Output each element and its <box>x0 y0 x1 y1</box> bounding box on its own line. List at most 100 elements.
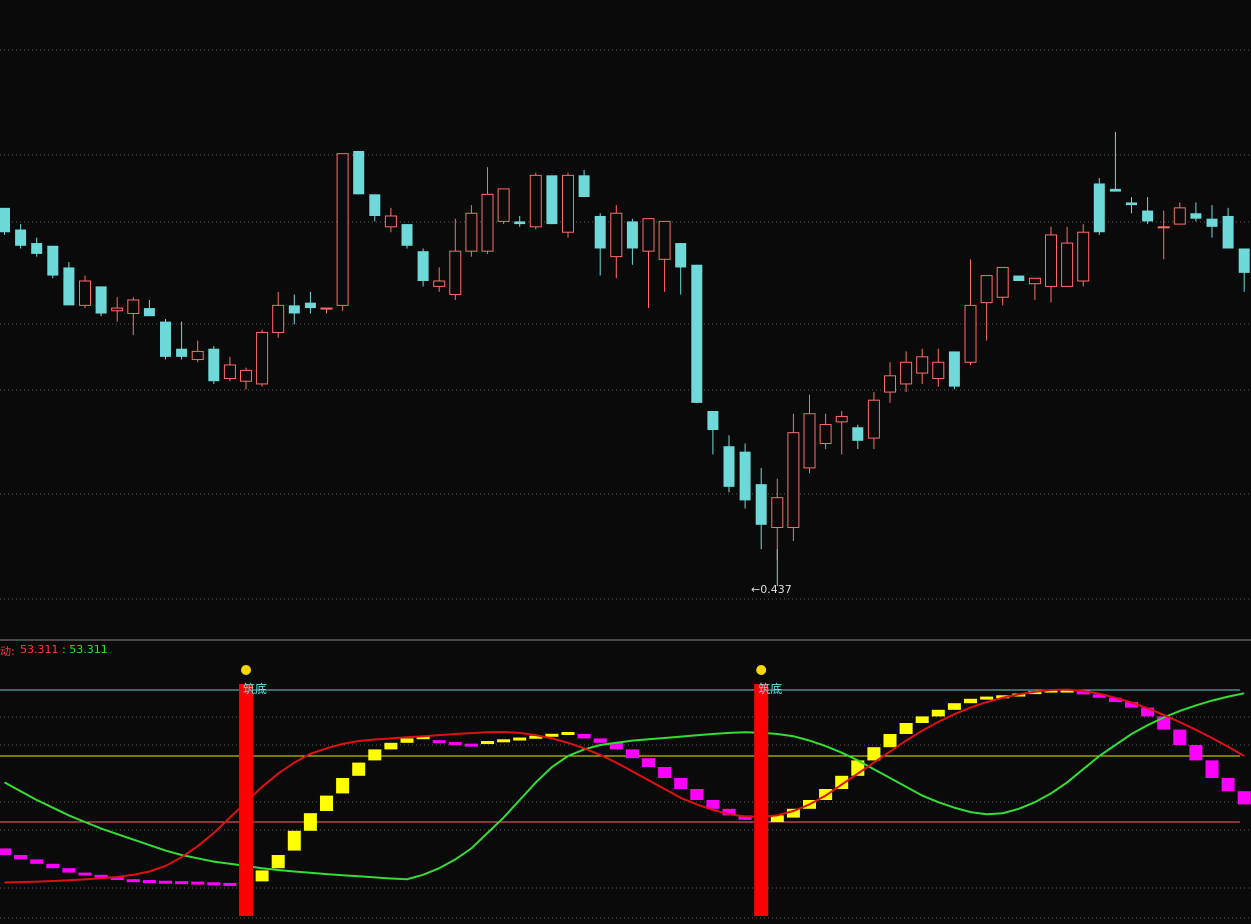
indicator-bar-falling <box>223 882 237 886</box>
candle-body-down <box>417 251 429 281</box>
candle-body-up <box>932 361 945 380</box>
indicator-bar-falling <box>175 881 189 885</box>
indicator-bar-falling <box>46 863 60 869</box>
signal-dot <box>241 665 251 675</box>
indicator-bar-rising <box>915 716 929 723</box>
candle-body-up <box>449 250 462 296</box>
indicator-bar-rising <box>883 734 897 748</box>
indicator-bar-falling <box>690 789 704 800</box>
indicator-bar-falling <box>159 880 172 884</box>
candle-body-up <box>1028 277 1041 285</box>
candle-body-up <box>272 304 285 333</box>
indicator-bar-rising <box>931 709 945 717</box>
candle-body-down <box>546 175 558 225</box>
candle-body-up <box>819 424 832 445</box>
fast-line <box>4 688 1245 884</box>
candle-body-down <box>1238 248 1250 273</box>
indicator-bar-rising <box>545 733 559 737</box>
price-panel-grid <box>0 49 1251 600</box>
indicator-bar-rising <box>400 738 414 743</box>
candle-body-up <box>1157 226 1170 229</box>
indicator-bar-rising <box>947 703 961 710</box>
candle-body-down <box>31 243 43 254</box>
candle-body-up <box>1077 231 1090 282</box>
indicator-bar-rising <box>255 870 269 882</box>
candle-body-up <box>336 153 349 306</box>
candle-body-up <box>835 415 848 423</box>
candle-body-down <box>15 229 27 246</box>
candle-body-down <box>691 264 703 403</box>
candle-body-down <box>739 451 751 501</box>
candle-body-up <box>980 275 993 304</box>
indicator-bar-falling <box>1237 791 1251 805</box>
indicator-bar-falling <box>62 868 76 873</box>
indicator-bar-rising <box>513 737 527 741</box>
candle-body-down <box>63 267 75 306</box>
indicator-bar-falling <box>432 740 446 744</box>
indicator-panel-grid <box>0 716 1251 919</box>
candle-body-up <box>610 212 623 258</box>
candle-body-up <box>964 304 977 363</box>
indicator-bar-falling <box>1221 778 1235 792</box>
candle-body-up <box>465 212 478 252</box>
candlestick-series <box>0 132 1250 586</box>
candle-body-down <box>514 221 526 225</box>
candle-body-down <box>160 321 171 357</box>
indicator-name: 动: <box>0 645 15 658</box>
indicator-bar-falling <box>1189 745 1203 761</box>
candle-body-up <box>497 188 510 222</box>
candle-body-up <box>529 174 542 228</box>
indicator-bar-falling <box>625 749 639 759</box>
signal-label: 筑底 <box>243 681 267 696</box>
indicator-value-green: : 53.311 <box>62 643 108 656</box>
indicator-bar-rising <box>899 723 913 734</box>
indicator-bar-falling <box>191 881 205 885</box>
candle-body-up <box>787 432 800 528</box>
indicator-bar-falling <box>14 855 28 860</box>
candle-body-down <box>1222 215 1234 249</box>
candle-body-up <box>79 280 91 306</box>
candle-body-down <box>948 351 960 387</box>
candle-body-down <box>755 484 767 525</box>
candle-body-up <box>996 266 1009 298</box>
candle-body-down <box>0 207 10 233</box>
indicator-bar-falling <box>207 882 221 886</box>
indicator-bar-falling <box>674 778 688 789</box>
indicator-bar-falling <box>577 734 591 739</box>
candle-body-down <box>353 150 365 195</box>
chart-canvas: 筑底 筑底 <box>0 49 1251 919</box>
indicator-bar-falling <box>1205 760 1219 778</box>
candle-body-up <box>191 350 204 361</box>
candle-body-down <box>1093 183 1105 233</box>
candle-body-down <box>1142 210 1154 222</box>
candle-body-down <box>1013 275 1025 281</box>
min-price-label: ←0.437 <box>751 583 792 596</box>
candle-body-up <box>320 307 333 310</box>
indicator-value-red: 53.311 <box>20 643 59 656</box>
indicator-bar-falling <box>448 742 462 746</box>
signal-bar <box>239 684 253 916</box>
candle-body-up <box>658 220 671 260</box>
signal-bar <box>754 684 769 916</box>
candle-body-up <box>481 193 494 252</box>
candle-body-down <box>707 411 719 430</box>
candle-body-down <box>626 221 638 249</box>
candle-body-down <box>288 305 300 314</box>
candle-body-down <box>47 245 59 276</box>
indicator-bar-falling <box>30 859 44 864</box>
candle-body-down <box>176 348 188 357</box>
indicator-bar-rising <box>287 830 301 851</box>
candle-body-down <box>1109 188 1121 192</box>
indicator-bar-falling <box>1173 729 1187 745</box>
candle-body-down <box>675 243 687 268</box>
signal-dot <box>756 665 767 675</box>
candle-body-up <box>803 413 816 469</box>
candle-body-up <box>1045 234 1057 287</box>
candle-body-up <box>916 356 929 374</box>
indicator-bar-falling <box>658 767 672 778</box>
indicator-bar-falling <box>0 848 11 855</box>
candle-body-down <box>95 286 107 314</box>
candle-body-down <box>594 215 606 249</box>
candle-body-up <box>223 364 236 380</box>
indicator-bar-rising <box>336 778 350 794</box>
